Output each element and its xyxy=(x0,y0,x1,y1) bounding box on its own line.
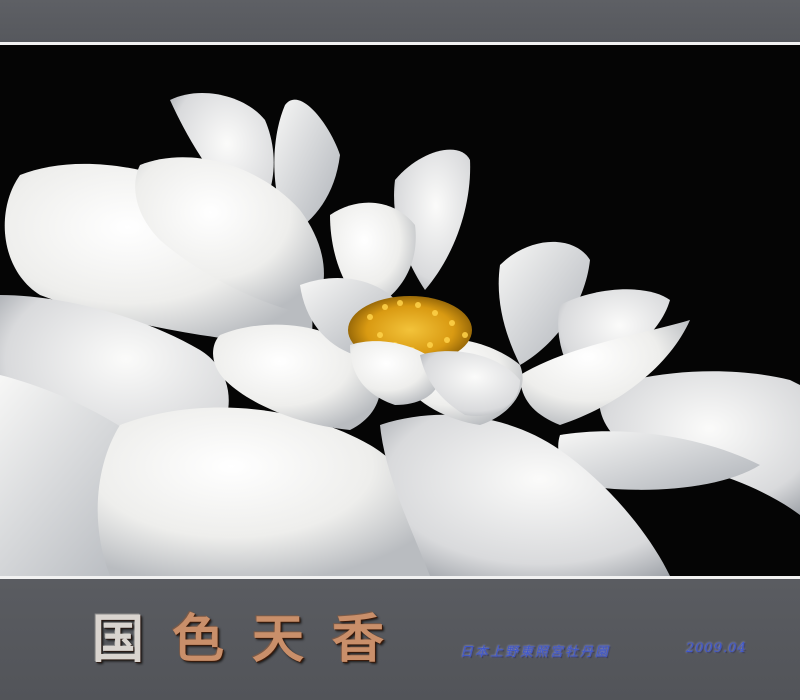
peony-photo xyxy=(0,45,800,576)
title-char-2: 色 xyxy=(172,609,225,670)
top-border-band xyxy=(0,0,800,42)
title-char-3: 天 xyxy=(252,609,305,670)
title-char-4: 香 xyxy=(332,609,385,670)
title-calligraphy: 国 色 天 香 xyxy=(92,600,384,680)
date-caption: 2009.04 xyxy=(686,641,747,656)
location-caption: 日本上野東照宮牡丹園 xyxy=(460,645,611,660)
title-char-1: 国 xyxy=(92,609,145,670)
peony-illustration xyxy=(0,92,800,576)
